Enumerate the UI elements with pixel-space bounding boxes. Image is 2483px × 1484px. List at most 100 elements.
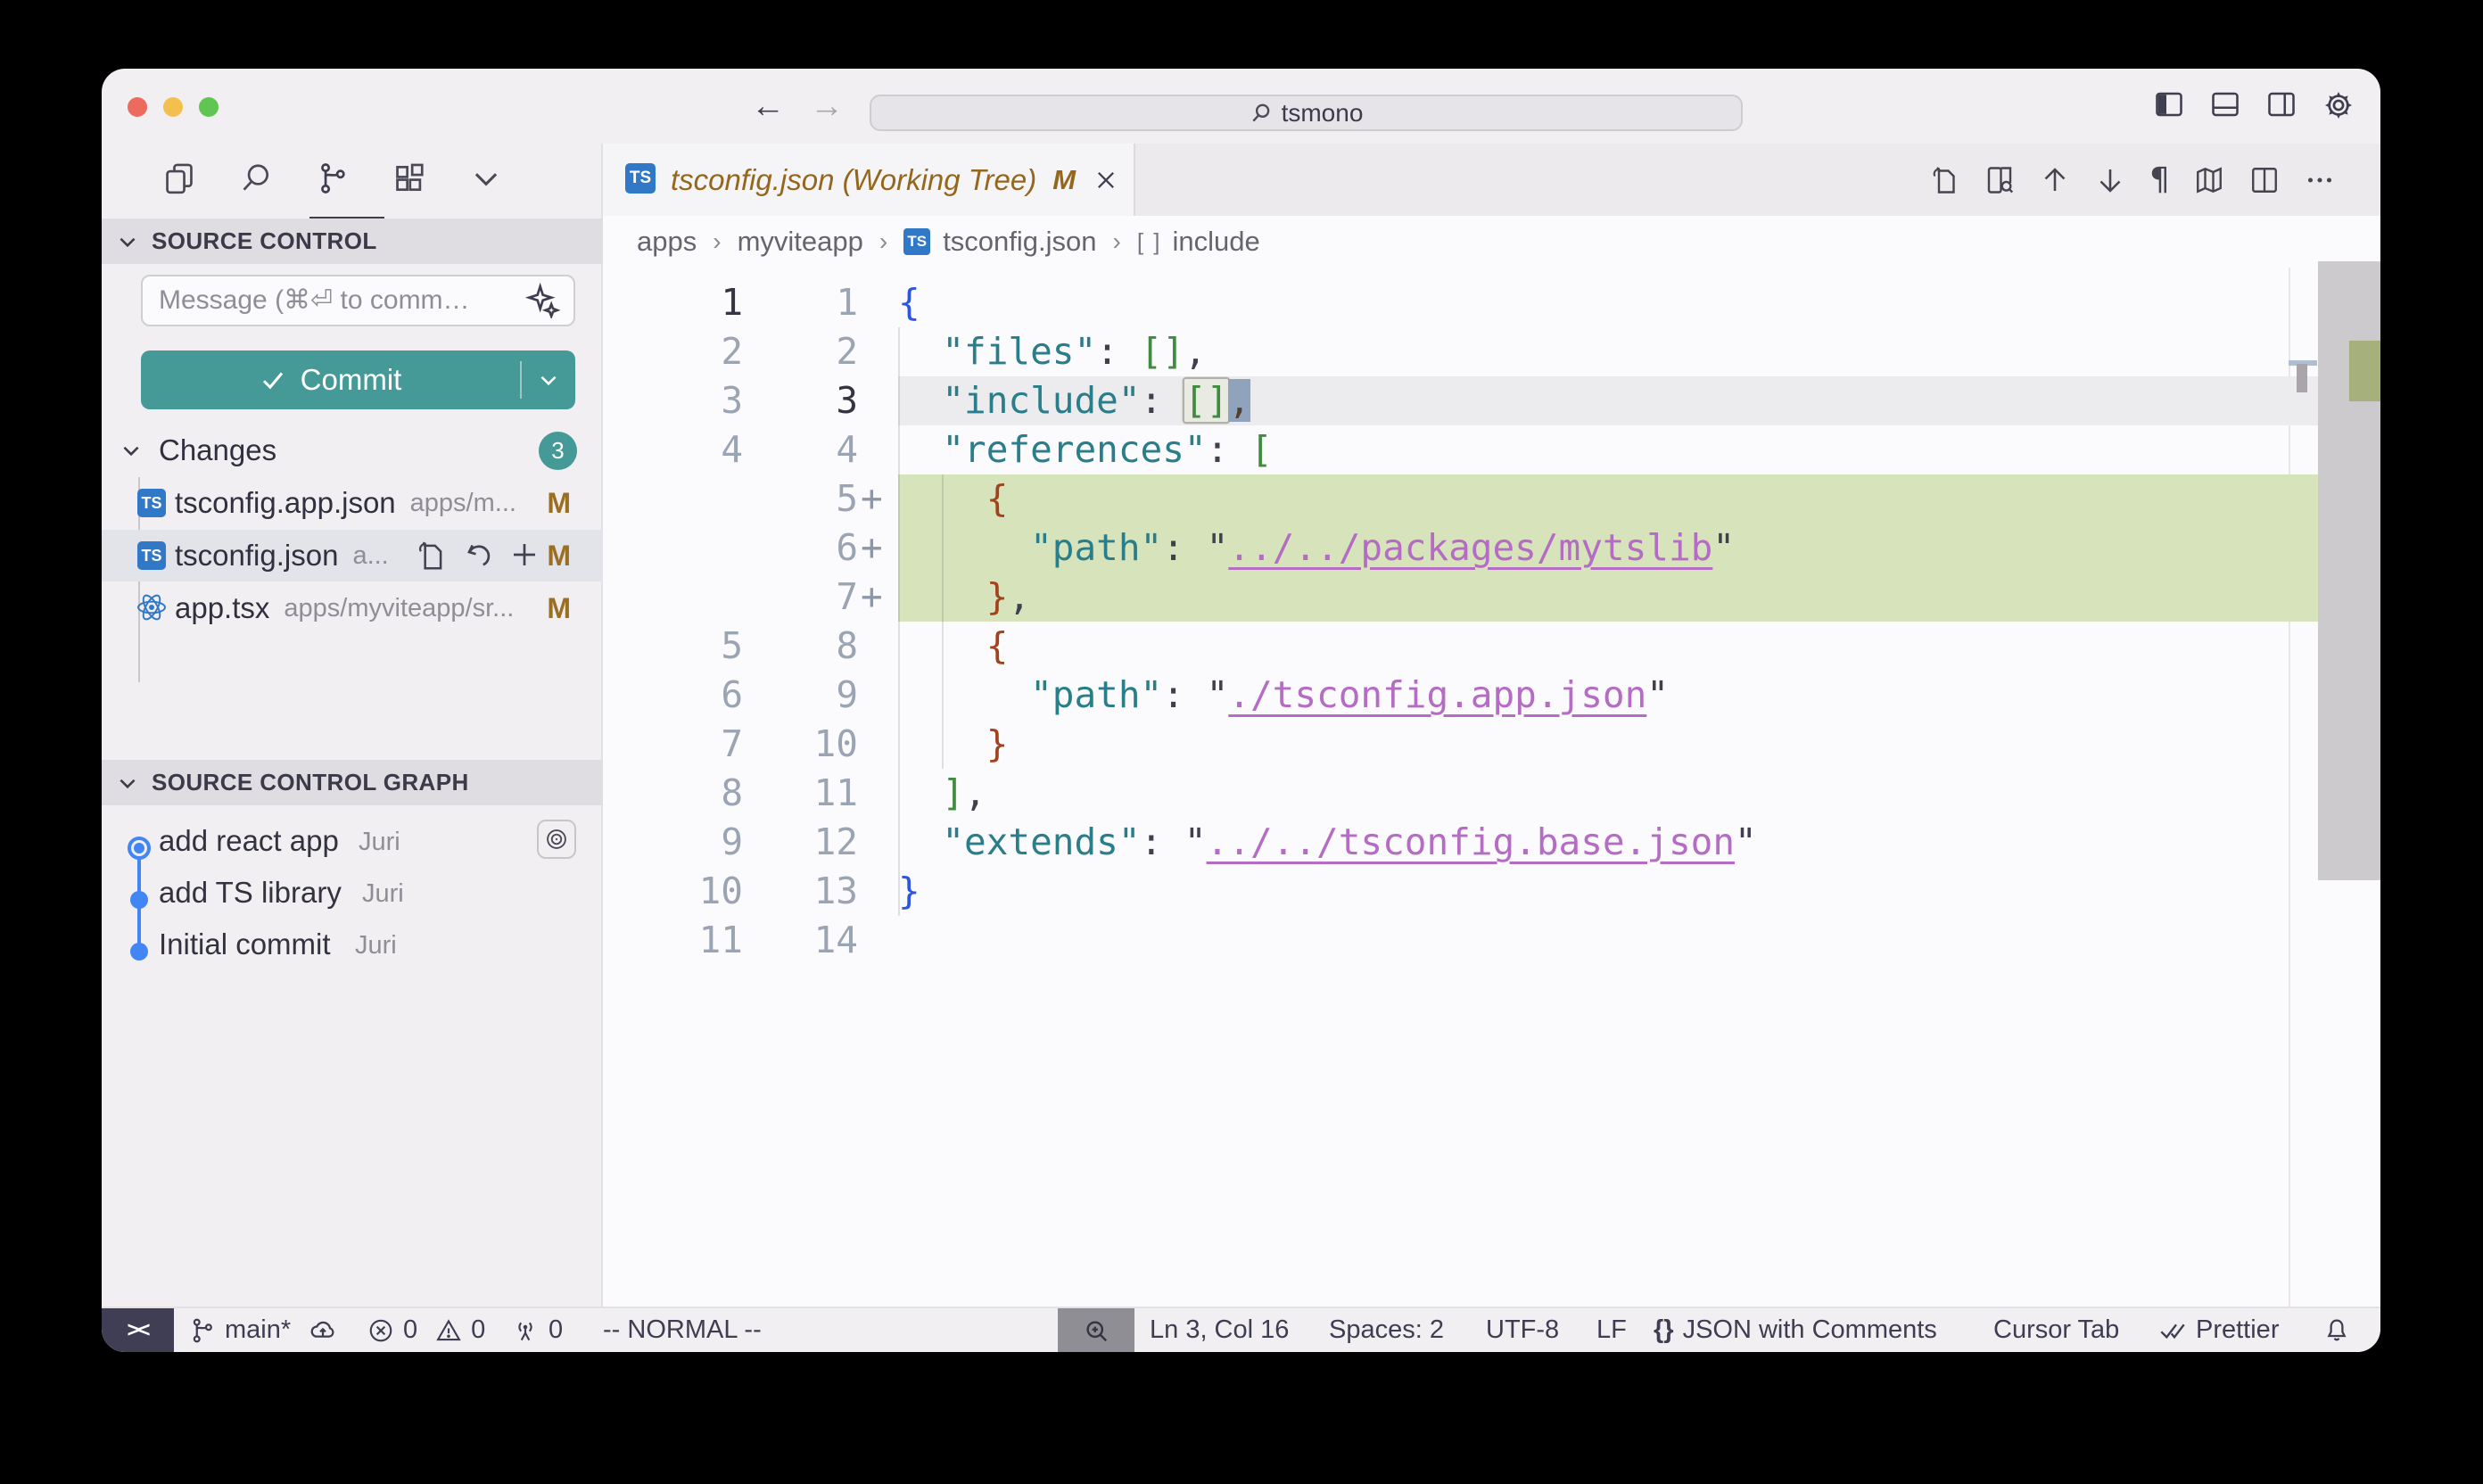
toggle-panel-icon[interactable] bbox=[2209, 88, 2241, 120]
original-line-number: 1 bbox=[603, 278, 743, 327]
graph-commit-row[interactable]: add react app Juri bbox=[102, 817, 603, 869]
chevron-right-icon: › bbox=[713, 227, 721, 256]
code-line-5[interactable]: 5+ { bbox=[603, 474, 2380, 524]
split-editor-icon[interactable] bbox=[2248, 164, 2281, 196]
code-line-10[interactable]: 710 } bbox=[603, 720, 2380, 769]
change-row-tsconfig-app-json[interactable]: TS tsconfig.app.json apps/m... M bbox=[102, 477, 603, 529]
close-tab-icon[interactable] bbox=[1093, 168, 1118, 193]
code-area[interactable]: 11{22 "files": [],33 "include": [],44 "r… bbox=[603, 278, 2380, 965]
indentation-indicator[interactable]: Spaces: 2 bbox=[1329, 1308, 1444, 1352]
breadcrumb-myviteapp[interactable]: myviteapp bbox=[738, 226, 863, 258]
modified-badge: M bbox=[547, 592, 571, 625]
maximize-window-button[interactable] bbox=[199, 97, 219, 117]
modified-line-number: 10 bbox=[743, 720, 858, 769]
goto-head-button[interactable] bbox=[537, 820, 576, 859]
formatter-indicator[interactable]: Prettier bbox=[2158, 1308, 2279, 1352]
breadcrumb-file[interactable]: tsconfig.json bbox=[943, 226, 1096, 258]
modified-line-number: 13 bbox=[743, 867, 858, 916]
previous-change-icon[interactable] bbox=[2039, 164, 2071, 196]
source-control-icon[interactable] bbox=[316, 161, 350, 195]
command-center-search[interactable]: tsmono bbox=[870, 95, 1743, 131]
original-line-number: 11 bbox=[603, 916, 743, 965]
commit-message-input[interactable]: Message (⌘⏎ to comm… bbox=[141, 275, 575, 326]
commit-author: Juri bbox=[362, 879, 404, 909]
language-label: JSON with Comments bbox=[1683, 1315, 1937, 1345]
code-text: "include": [], bbox=[898, 376, 1250, 425]
back-button[interactable]: ← bbox=[751, 88, 785, 124]
breadcrumb-apps[interactable]: apps bbox=[637, 226, 697, 258]
graph-commit-row[interactable]: add TS library Juri bbox=[102, 869, 603, 920]
settings-gear-icon[interactable] bbox=[2322, 88, 2355, 122]
code-line-6[interactable]: 6+ "path": "../../packages/mytslib" bbox=[603, 524, 2380, 573]
sparkle-icon[interactable] bbox=[525, 283, 561, 318]
next-change-icon[interactable] bbox=[2094, 164, 2126, 196]
code-line-3[interactable]: 33 "include": [], bbox=[603, 376, 2380, 425]
inline-view-icon[interactable] bbox=[1984, 164, 2016, 196]
more-actions-icon[interactable] bbox=[2304, 164, 2336, 196]
explorer-icon[interactable] bbox=[162, 161, 196, 195]
original-line-number: 2 bbox=[603, 327, 743, 376]
code-line-13[interactable]: 1013} bbox=[603, 867, 2380, 916]
encoding-label: UTF-8 bbox=[1486, 1315, 1559, 1345]
changes-header-row[interactable]: Changes bbox=[102, 425, 603, 476]
search-value: tsmono bbox=[1282, 99, 1364, 128]
code-line-14[interactable]: 1114 bbox=[603, 916, 2380, 965]
tab-tsconfig-json-working-tree[interactable]: TS tsconfig.json (Working Tree) M bbox=[603, 144, 1135, 216]
problems-indicator[interactable]: 0 0 bbox=[367, 1308, 485, 1352]
forward-button[interactable]: → bbox=[810, 88, 844, 124]
formatter-label: Prettier bbox=[2196, 1315, 2279, 1345]
stage-changes-icon[interactable] bbox=[508, 539, 540, 571]
map-icon[interactable] bbox=[2193, 164, 2225, 196]
commit-button[interactable]: Commit bbox=[141, 350, 575, 409]
graph-commit-row[interactable]: Initial commit Juri bbox=[102, 920, 603, 972]
toggle-sidebar-icon[interactable] bbox=[2153, 88, 2185, 120]
indent-guide bbox=[942, 474, 944, 769]
code-line-2[interactable]: 22 "files": [], bbox=[603, 327, 2380, 376]
cursor-position[interactable]: Ln 3, Col 16 bbox=[1150, 1308, 1289, 1352]
code-line-12[interactable]: 912 "extends": "../../tsconfig.base.json… bbox=[603, 818, 2380, 867]
search-icon bbox=[1250, 102, 1273, 125]
commit-dropdown-button[interactable] bbox=[522, 368, 575, 392]
vim-mode-indicator[interactable]: -- NORMAL -- bbox=[603, 1308, 762, 1352]
code-text: "files": [], bbox=[898, 327, 1207, 376]
breadcrumb-symbol[interactable]: include bbox=[1173, 226, 1260, 258]
ports-count: 0 bbox=[549, 1315, 563, 1345]
eol-indicator[interactable]: LF bbox=[1596, 1308, 1627, 1352]
whitespace-toggle-icon[interactable]: ¶ bbox=[2149, 161, 2170, 198]
original-line-number: 9 bbox=[603, 818, 743, 867]
diff-editor[interactable]: 11{22 "files": [],33 "include": [],44 "r… bbox=[603, 268, 2380, 1307]
code-line-8[interactable]: 58 { bbox=[603, 622, 2380, 671]
search-icon[interactable] bbox=[239, 161, 273, 195]
code-text: "path": "./tsconfig.app.json" bbox=[898, 671, 1669, 720]
zoom-indicator[interactable] bbox=[1058, 1308, 1134, 1352]
remote-indicator[interactable]: >< bbox=[102, 1308, 174, 1352]
code-line-11[interactable]: 811 ], bbox=[603, 769, 2380, 818]
code-line-1[interactable]: 11{ bbox=[603, 278, 2380, 327]
ports-indicator[interactable]: 0 bbox=[511, 1308, 563, 1352]
source-control-graph-header[interactable]: SOURCE CONTROL GRAPH bbox=[102, 760, 603, 805]
code-text: ], bbox=[898, 769, 986, 818]
code-line-7[interactable]: 7+ }, bbox=[603, 573, 2380, 622]
encoding-indicator[interactable]: UTF-8 bbox=[1486, 1308, 1559, 1352]
source-control-section-header[interactable]: SOURCE CONTROL bbox=[102, 218, 603, 264]
zoom-in-icon bbox=[1083, 1317, 1110, 1344]
notifications-bell[interactable] bbox=[2322, 1308, 2351, 1352]
code-line-9[interactable]: 69 "path": "./tsconfig.app.json" bbox=[603, 671, 2380, 720]
sidebar: SOURCE CONTROL Message (⌘⏎ to comm… Comm… bbox=[102, 144, 603, 1307]
toggle-secondary-sidebar-icon[interactable] bbox=[2265, 88, 2297, 120]
change-row-app-tsx[interactable]: app.tsx apps/myviteapp/sr... M bbox=[102, 582, 603, 634]
branch-indicator[interactable]: main* bbox=[189, 1308, 337, 1352]
modified-line-number: 3 bbox=[743, 376, 858, 425]
chevron-down-icon[interactable] bbox=[469, 161, 503, 195]
cursor-tab-indicator[interactable]: Cursor Tab bbox=[1993, 1308, 2119, 1352]
close-window-button[interactable] bbox=[128, 97, 147, 117]
extensions-icon[interactable] bbox=[392, 161, 426, 195]
change-row-tsconfig-json[interactable]: TS tsconfig.json a... M bbox=[102, 530, 603, 581]
open-file-icon[interactable] bbox=[414, 539, 448, 573]
code-line-4[interactable]: 44 "references": [ bbox=[603, 425, 2380, 474]
discard-changes-icon[interactable] bbox=[464, 539, 496, 571]
language-mode[interactable]: {}JSON with Comments bbox=[1654, 1308, 1937, 1352]
open-file-icon[interactable] bbox=[1928, 164, 1960, 196]
minimize-window-button[interactable] bbox=[163, 97, 183, 117]
chevron-down-icon bbox=[120, 439, 143, 462]
